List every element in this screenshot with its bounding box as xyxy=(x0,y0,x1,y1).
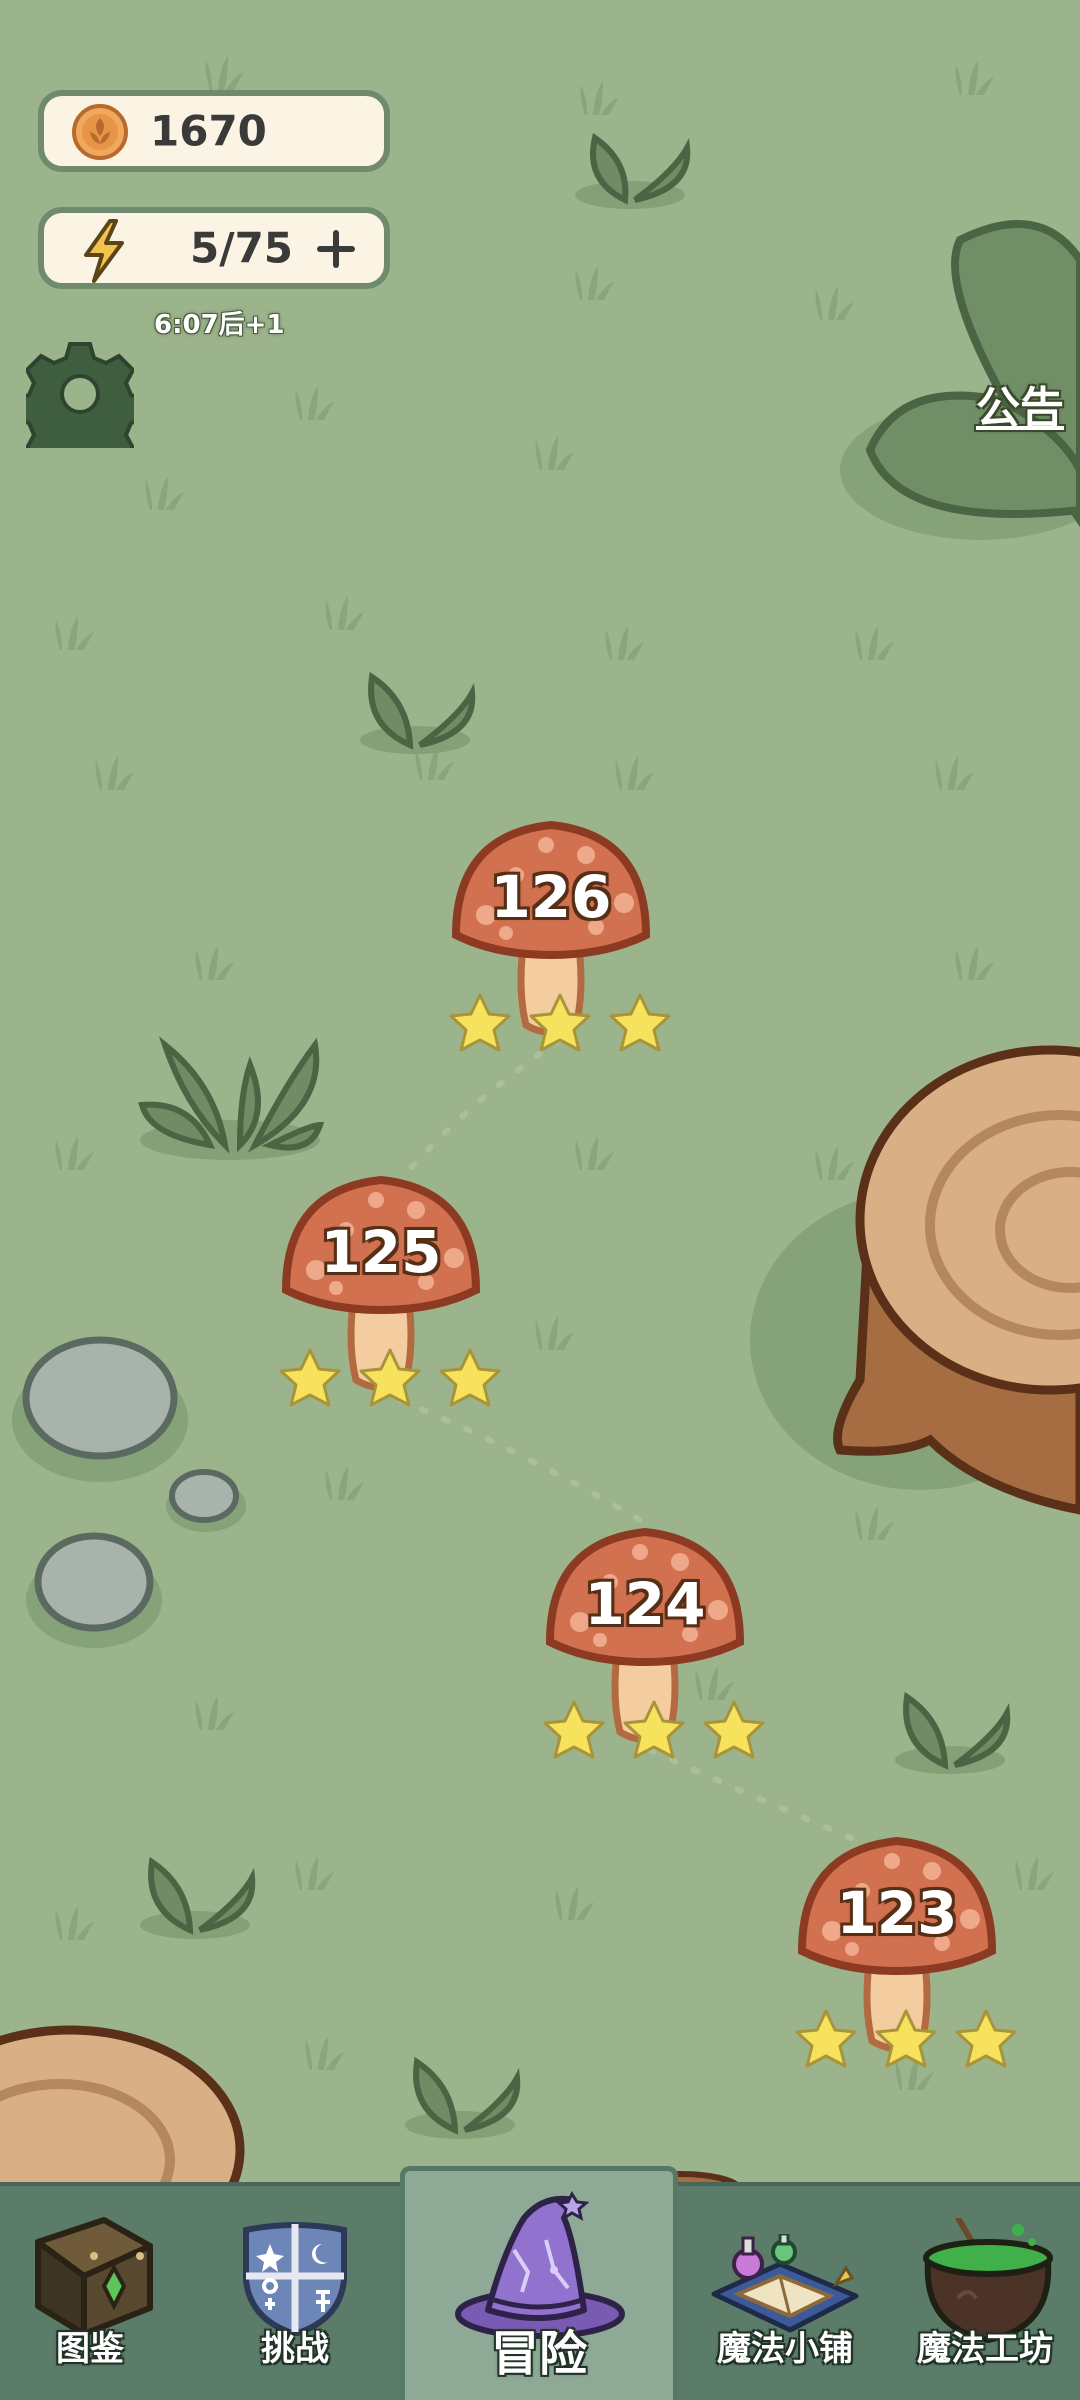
book-icon xyxy=(35,2217,153,2336)
nav-tab-magic-workshop[interactable]: 魔法工坊 xyxy=(890,2190,1080,2400)
nav-label: 魔法小铺 xyxy=(717,2329,853,2369)
nav-tab-challenge[interactable]: 挑战 xyxy=(200,2190,390,2400)
level-node-125[interactable]: 125 xyxy=(276,1170,512,1410)
nav-tab-codex[interactable]: 图鉴 xyxy=(0,2190,180,2400)
level-number: 126 xyxy=(490,863,612,931)
rocks xyxy=(12,1336,246,1648)
level-node-124[interactable]: 124 xyxy=(540,1522,776,1762)
notice-link[interactable]: 公告 xyxy=(976,372,1064,436)
star-icon xyxy=(623,1700,685,1759)
star-icon xyxy=(439,1348,501,1407)
star-icon xyxy=(449,993,511,1052)
level-stars xyxy=(449,993,671,1052)
nav-label: 图鉴 xyxy=(56,2329,124,2369)
level-number: 125 xyxy=(320,1218,442,1286)
star-icon xyxy=(795,2009,857,2068)
nav-label: 冒险 xyxy=(490,2326,587,2382)
shield-icon xyxy=(243,2222,347,2336)
tree-stump xyxy=(750,1045,1080,1515)
nav-label: 挑战 xyxy=(261,2329,329,2369)
level-node-126[interactable]: 126 xyxy=(446,815,682,1055)
level-stars xyxy=(543,1700,765,1759)
level-number: 123 xyxy=(836,1879,958,1947)
energy-counter: 5/75 xyxy=(38,207,390,289)
coin-amount: 1670 xyxy=(150,106,267,156)
star-icon xyxy=(703,1700,765,1759)
nav-tab-adventure[interactable]: 冒险 xyxy=(400,2180,678,2400)
energy-refill-timer: 6:07后+1 xyxy=(154,310,285,340)
lightning-bolt-icon xyxy=(84,219,124,283)
nav-label: 魔法工坊 xyxy=(917,2329,1053,2369)
star-icon xyxy=(359,1348,421,1407)
star-icon xyxy=(529,993,591,1052)
nav-tab-magic-shop[interactable]: 魔法小铺 xyxy=(690,2190,880,2400)
level-number: 124 xyxy=(584,1570,706,1638)
gear-icon[interactable] xyxy=(26,340,134,448)
energy-amount: 5/75 xyxy=(190,223,294,273)
grass-tufts xyxy=(55,56,1054,2090)
star-icon xyxy=(609,993,671,1052)
coin-counter: 1670 xyxy=(38,90,390,172)
level-stars xyxy=(279,1348,501,1407)
level-stars xyxy=(795,2009,1017,2068)
coin-icon xyxy=(72,104,128,160)
level-node-123[interactable]: 123 xyxy=(792,1831,1028,2071)
star-icon xyxy=(875,2009,937,2068)
star-icon xyxy=(543,1700,605,1759)
add-energy-plus-icon[interactable] xyxy=(314,227,358,271)
star-icon xyxy=(955,2009,1017,2068)
star-icon xyxy=(279,1348,341,1407)
